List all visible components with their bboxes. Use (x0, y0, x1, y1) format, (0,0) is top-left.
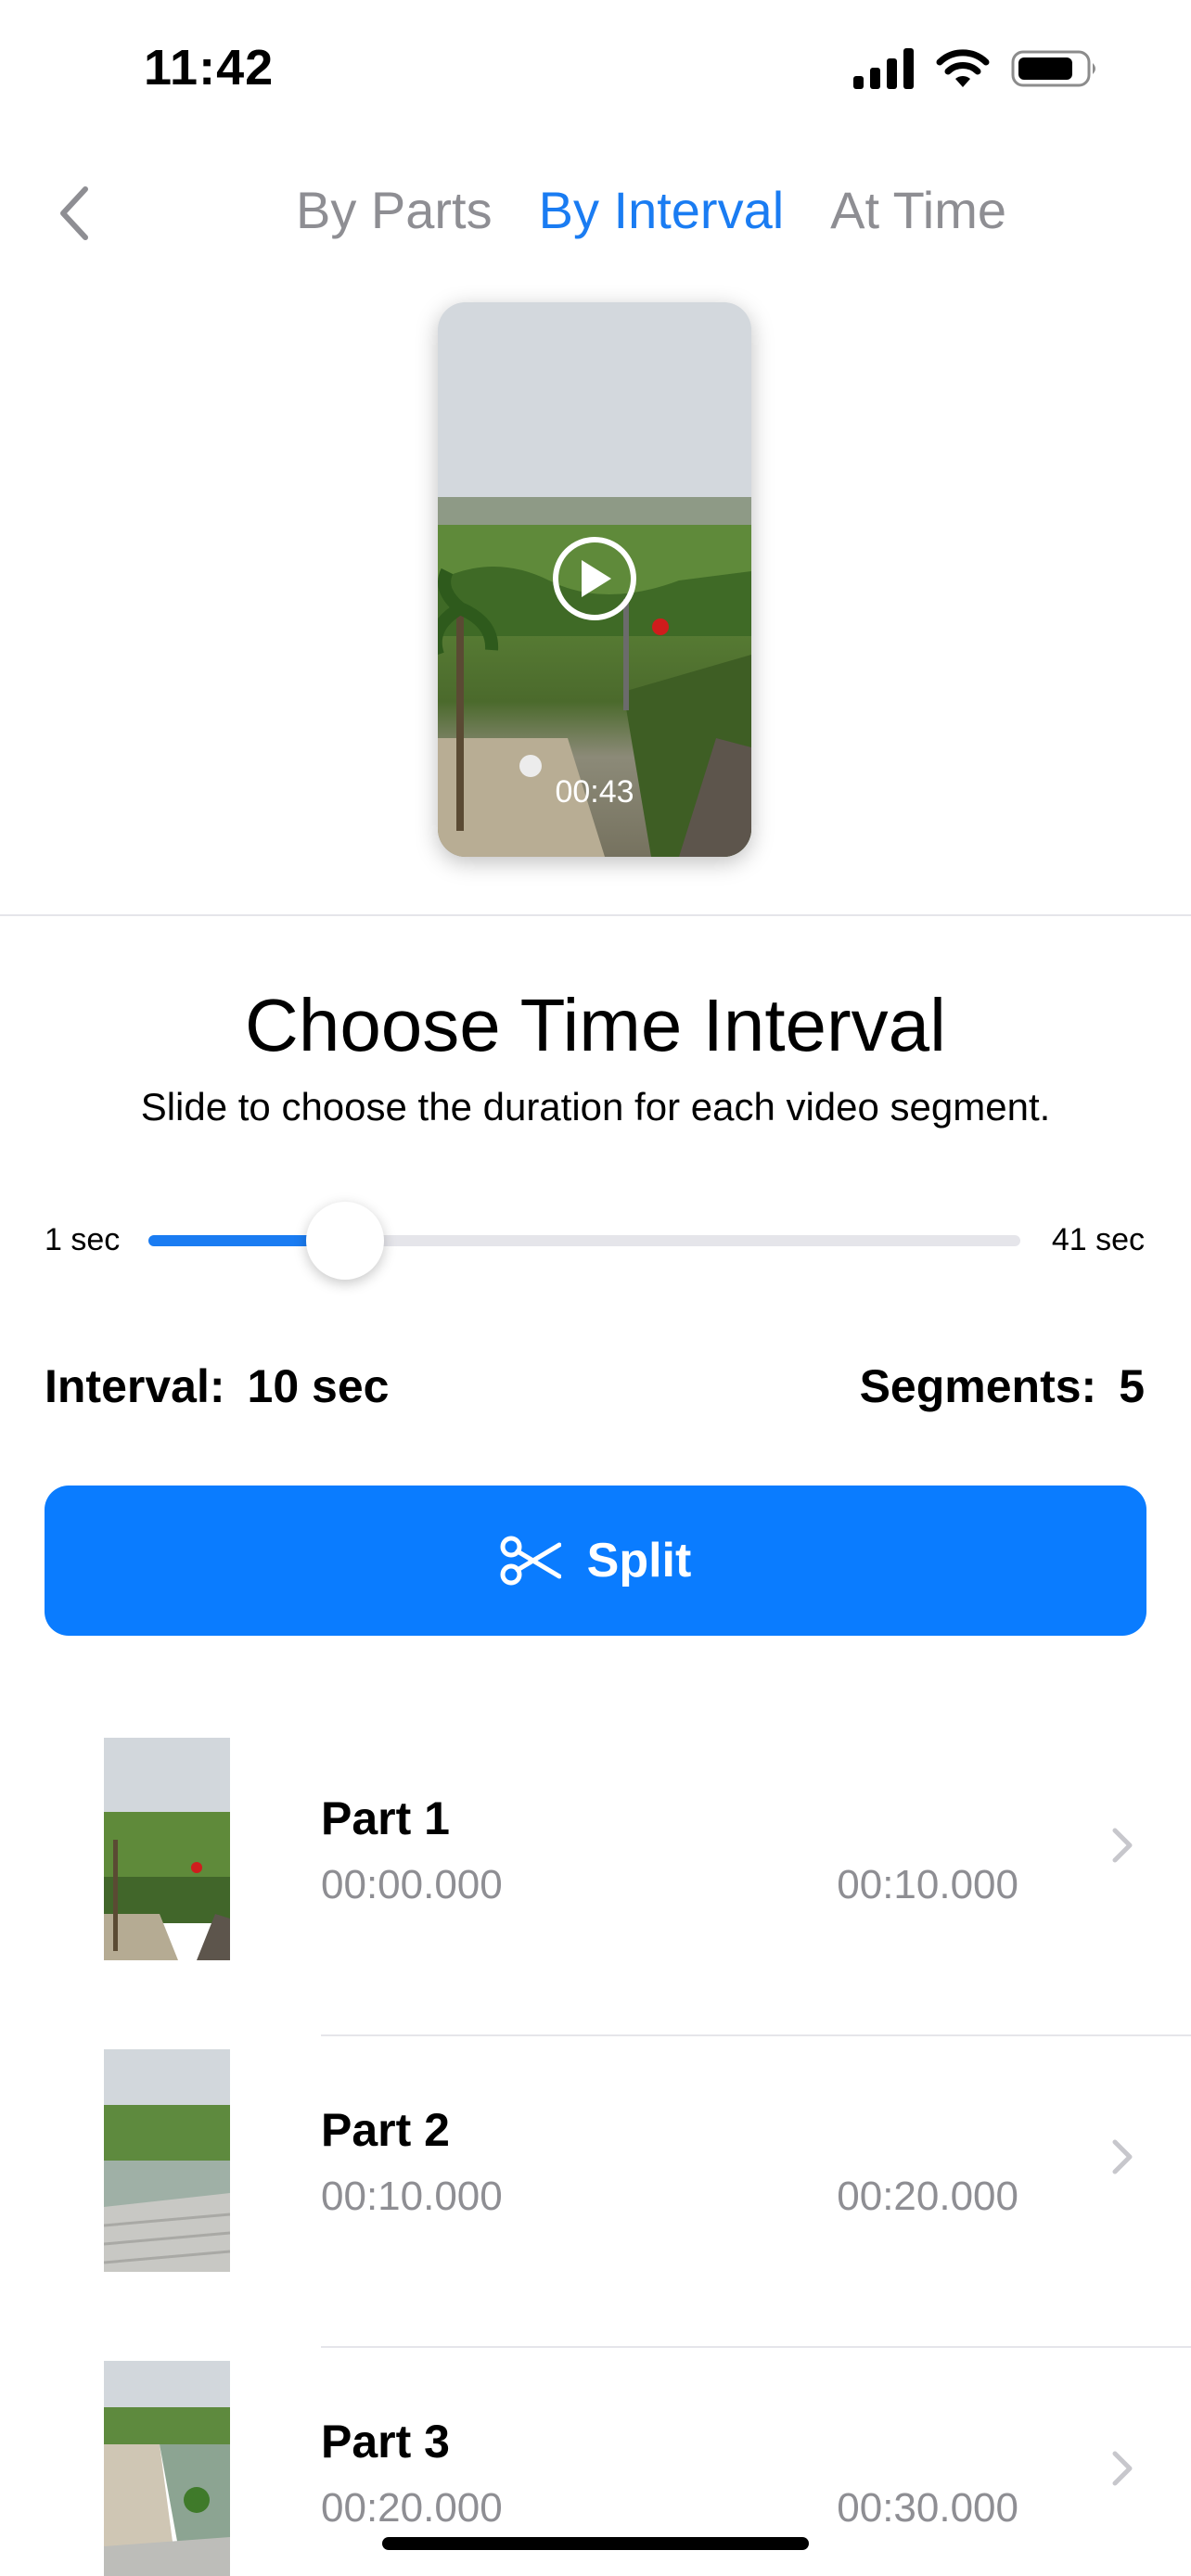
nav-bar: By Parts By Interval At Time (0, 167, 1191, 260)
status-time: 11:42 (144, 40, 275, 96)
play-button[interactable] (553, 537, 636, 620)
segments-value: 5 (1119, 1360, 1145, 1412)
part-thumbnail (104, 1738, 230, 1960)
list-item[interactable]: Part 2 00:10.000 00:20.000 (0, 2036, 1191, 2348)
part-label: Part 1 (321, 1792, 450, 1844)
video-preview[interactable]: 00:43 (438, 302, 751, 857)
tab-by-parts[interactable]: By Parts (296, 180, 493, 240)
status-icons (853, 48, 1100, 89)
split-button[interactable]: Split (45, 1486, 1146, 1636)
part-end-time: 00:10.000 (837, 1862, 1018, 1907)
part-label: Part 3 (321, 2416, 450, 2468)
battery-icon (1011, 50, 1095, 87)
part-thumbnail (104, 2361, 230, 2576)
split-button-label: Split (586, 1534, 692, 1588)
scissors-icon (500, 1536, 561, 1586)
chevron-right-icon (1112, 2451, 1133, 2486)
part-end-time: 00:20.000 (837, 2174, 1018, 2219)
mode-tabs: By Parts By Interval At Time (0, 180, 1191, 240)
segments-summary: Segments: 5 (860, 1359, 1145, 1413)
part-start-time: 00:10.000 (321, 2174, 503, 2219)
home-indicator (382, 2537, 809, 2550)
slider-max-label: 41 sec (1051, 1222, 1145, 1257)
cellular-signal-icon (853, 48, 914, 89)
list-item[interactable]: Part 1 00:00.000 00:10.000 (0, 1725, 1191, 2036)
part-start-time: 00:20.000 (321, 2485, 503, 2531)
page-subtitle: Slide to choose the duration for each vi… (140, 1085, 1051, 1129)
interval-value: 10 sec (247, 1360, 390, 1412)
play-icon (582, 560, 611, 597)
page-title: Choose Time Interval (245, 984, 946, 1066)
interval-label: Interval: (45, 1360, 225, 1412)
segments-label: Segments: (859, 1360, 1097, 1412)
chevron-right-icon (1112, 1828, 1133, 1863)
section-divider (0, 914, 1191, 916)
part-end-time: 00:30.000 (837, 2485, 1018, 2531)
interval-slider[interactable] (148, 1202, 1020, 1280)
status-bar: 11:42 (0, 0, 1191, 139)
part-thumbnail (104, 2049, 230, 2272)
part-label: Part 2 (321, 2104, 450, 2156)
video-duration: 00:43 (555, 774, 634, 810)
part-start-time: 00:00.000 (321, 1862, 503, 1907)
chevron-right-icon (1112, 2139, 1133, 2174)
slider-min-label: 1 sec (45, 1222, 121, 1257)
interval-summary: Interval: 10 sec (45, 1359, 389, 1413)
tab-at-time[interactable]: At Time (830, 180, 1006, 240)
tab-by-interval[interactable]: By Interval (539, 180, 785, 240)
slider-thumb[interactable] (305, 1202, 384, 1280)
wifi-icon (936, 49, 990, 87)
